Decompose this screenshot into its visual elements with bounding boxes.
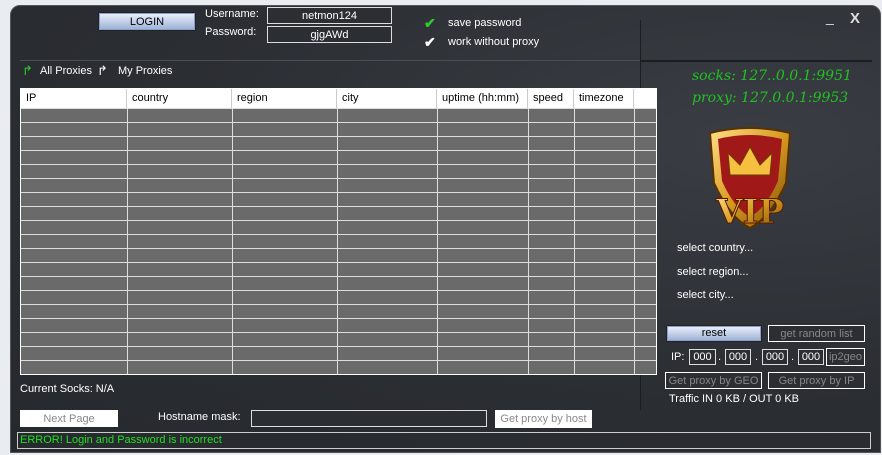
work-without-proxy-checkbox[interactable]: ✔ bbox=[424, 34, 436, 51]
table-row-line bbox=[21, 108, 656, 109]
ip-label: IP: bbox=[671, 351, 685, 363]
select-region[interactable]: select region... bbox=[677, 266, 749, 278]
ip-octet-3[interactable] bbox=[762, 349, 788, 365]
next-page-button[interactable]: Next Page bbox=[20, 410, 118, 427]
table-row-line bbox=[21, 276, 656, 277]
table-col-line bbox=[634, 108, 635, 374]
col-region[interactable]: region bbox=[232, 89, 337, 108]
col-speed[interactable]: speed bbox=[528, 89, 574, 108]
select-country[interactable]: select country... bbox=[677, 242, 753, 254]
tab-my-proxies[interactable]: My Proxies bbox=[118, 65, 172, 77]
table-row-line bbox=[21, 360, 656, 361]
table-row-line bbox=[21, 332, 656, 333]
table-header: IP country region city uptime (hh:mm) sp… bbox=[21, 89, 656, 108]
table-col-line bbox=[437, 108, 438, 374]
divider bbox=[20, 60, 640, 61]
ip-octet-1[interactable] bbox=[689, 349, 716, 365]
username-field[interactable] bbox=[267, 7, 392, 24]
get-proxy-by-geo-button[interactable]: Get proxy by GEO bbox=[665, 372, 762, 389]
table-row-line bbox=[21, 150, 656, 151]
table-row-line bbox=[21, 178, 656, 179]
get-random-list-button[interactable]: get random list bbox=[768, 325, 865, 342]
table-col-line bbox=[574, 108, 575, 374]
table-row-line bbox=[21, 318, 656, 319]
get-proxy-by-ip-button[interactable]: Get proxy by IP bbox=[768, 372, 865, 389]
work-without-proxy-label: work without proxy bbox=[448, 36, 540, 48]
col-uptime[interactable]: uptime (hh:mm) bbox=[437, 89, 528, 108]
username-label: Username: bbox=[205, 8, 259, 20]
table-row-line bbox=[21, 136, 656, 137]
ip-dot: . bbox=[755, 351, 759, 363]
table-row-line bbox=[21, 220, 656, 221]
table-row-line bbox=[21, 248, 656, 249]
divider bbox=[640, 60, 872, 62]
proxy-status: proxy: 127.0.0.1:9953 bbox=[692, 90, 849, 106]
status-bar: ERROR! Login and Password is incorrect bbox=[17, 432, 871, 449]
table-row-line bbox=[21, 206, 656, 207]
ip2geo-button[interactable]: ip2geo bbox=[826, 348, 865, 366]
table-col-line bbox=[528, 108, 529, 374]
table-row-line bbox=[21, 304, 656, 305]
reset-button[interactable]: reset bbox=[666, 325, 762, 342]
table-col-line bbox=[127, 108, 128, 374]
traffic-status: Traffic IN 0 KB / OUT 0 KB bbox=[669, 393, 800, 405]
col-country[interactable]: country bbox=[127, 89, 232, 108]
get-proxy-by-host-button[interactable]: Get proxy by host bbox=[495, 410, 592, 428]
table-row-line bbox=[21, 290, 656, 291]
save-password-label: save password bbox=[448, 17, 522, 29]
table-col-line bbox=[232, 108, 233, 374]
tab-all-proxies[interactable]: All Proxies bbox=[40, 65, 92, 77]
proxy-table: IP country region city uptime (hh:mm) sp… bbox=[20, 88, 657, 375]
save-password-checkbox[interactable]: ✔ bbox=[424, 15, 436, 32]
current-socks: Current Socks: N/A bbox=[20, 383, 115, 395]
password-label: Password: bbox=[205, 26, 257, 38]
table-row-line bbox=[21, 346, 656, 347]
svg-text:VIP: VIP bbox=[715, 192, 784, 232]
ip-octet-2[interactable] bbox=[725, 349, 751, 365]
table-col-line bbox=[337, 108, 338, 374]
ip-dot: . bbox=[718, 351, 722, 363]
table-row-line bbox=[21, 122, 656, 123]
select-city[interactable]: select city... bbox=[677, 289, 734, 301]
login-button[interactable]: LOGIN bbox=[98, 12, 196, 31]
vip-logo: VIP bbox=[708, 127, 792, 233]
table-row-line bbox=[21, 262, 656, 263]
table-row-line bbox=[21, 192, 656, 193]
col-city[interactable]: city bbox=[337, 89, 437, 108]
col-ip[interactable]: IP bbox=[21, 89, 127, 108]
my-proxies-arrow-icon: ↱ bbox=[97, 63, 108, 78]
hostname-mask-label: Hostname mask: bbox=[158, 411, 241, 423]
ip-dot: . bbox=[791, 351, 795, 363]
col-timezone[interactable]: timezone bbox=[574, 89, 634, 108]
minimize-button[interactable]: _ bbox=[826, 9, 834, 25]
all-proxies-arrow-icon: ↱ bbox=[22, 63, 33, 78]
hostname-mask-input[interactable] bbox=[251, 410, 487, 427]
table-row-line bbox=[21, 164, 656, 165]
close-button[interactable]: X bbox=[850, 10, 860, 27]
table-row-line bbox=[21, 234, 656, 235]
table-row-line bbox=[21, 374, 656, 375]
ip-octet-4[interactable] bbox=[798, 349, 824, 365]
socks-status: socks: 127..0.0.1:9951 bbox=[692, 68, 852, 84]
password-field[interactable] bbox=[267, 26, 392, 43]
